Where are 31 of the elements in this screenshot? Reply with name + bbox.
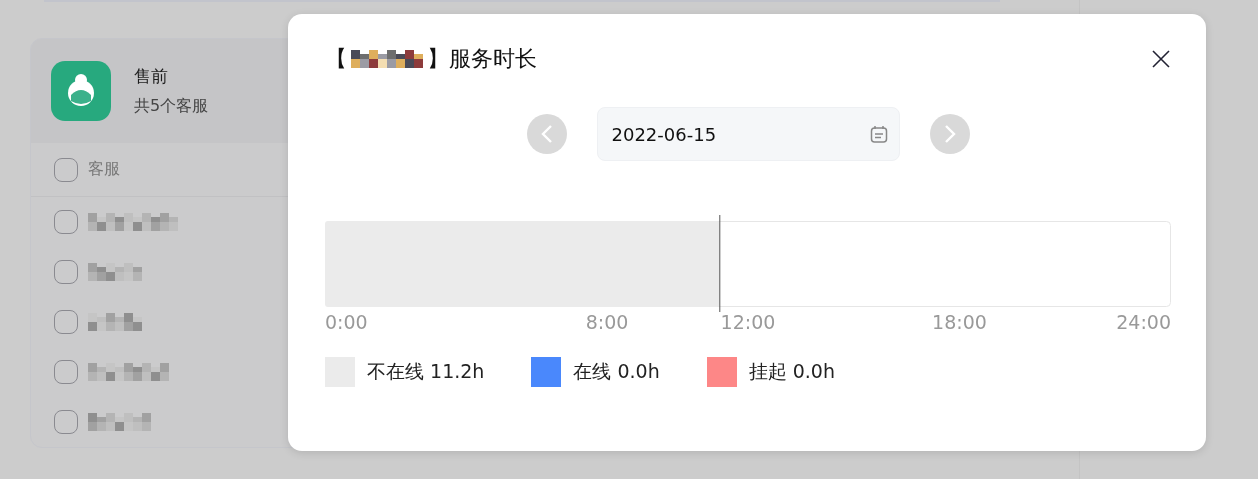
group-name: 售前 bbox=[134, 65, 169, 88]
date-field[interactable]: 2022-06-15 bbox=[596, 107, 900, 161]
checkbox[interactable] bbox=[54, 260, 78, 284]
legend-label: 不在线 11.2h bbox=[367, 359, 485, 384]
checkbox[interactable] bbox=[54, 310, 78, 334]
close-button[interactable] bbox=[1151, 49, 1171, 69]
redaction-mosaic bbox=[88, 413, 151, 431]
agent-count: 共5个客服 bbox=[134, 96, 209, 117]
redaction-mosaic bbox=[88, 313, 142, 331]
axis-tick-label: 8:00 bbox=[585, 311, 629, 333]
next-day-button[interactable] bbox=[929, 114, 970, 154]
dialog-title: 】服务时长 bbox=[427, 45, 537, 73]
chevron-left-icon bbox=[539, 124, 554, 144]
axis-tick-label: 18:00 bbox=[932, 311, 987, 333]
redaction-mosaic bbox=[351, 50, 423, 68]
axis-tick-label: 24:00 bbox=[1116, 311, 1171, 333]
legend-label: 挂起 0.0h bbox=[748, 359, 835, 384]
legend-label: 在线 0.0h bbox=[573, 359, 660, 384]
calendar-icon bbox=[868, 124, 889, 144]
axis-tick-label: 0:00 bbox=[325, 311, 368, 333]
previous-day-button[interactable] bbox=[526, 114, 567, 154]
axis-tick-label: 12:00 bbox=[720, 311, 776, 333]
column-header: 客服 bbox=[88, 159, 120, 180]
checkbox[interactable] bbox=[54, 157, 78, 182]
checkbox[interactable] bbox=[54, 360, 78, 384]
checkbox[interactable] bbox=[54, 410, 78, 434]
redaction-mosaic bbox=[88, 263, 142, 281]
chevron-right-icon bbox=[942, 124, 957, 144]
dialog-title: 【 bbox=[325, 45, 347, 73]
close-icon bbox=[1151, 49, 1171, 69]
checkbox[interactable] bbox=[54, 210, 78, 234]
